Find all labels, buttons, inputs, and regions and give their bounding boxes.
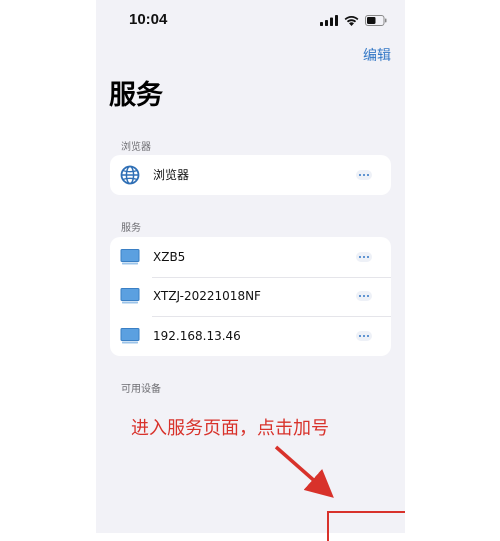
annotation-arrow xyxy=(274,445,334,498)
highlight-box xyxy=(327,511,405,541)
